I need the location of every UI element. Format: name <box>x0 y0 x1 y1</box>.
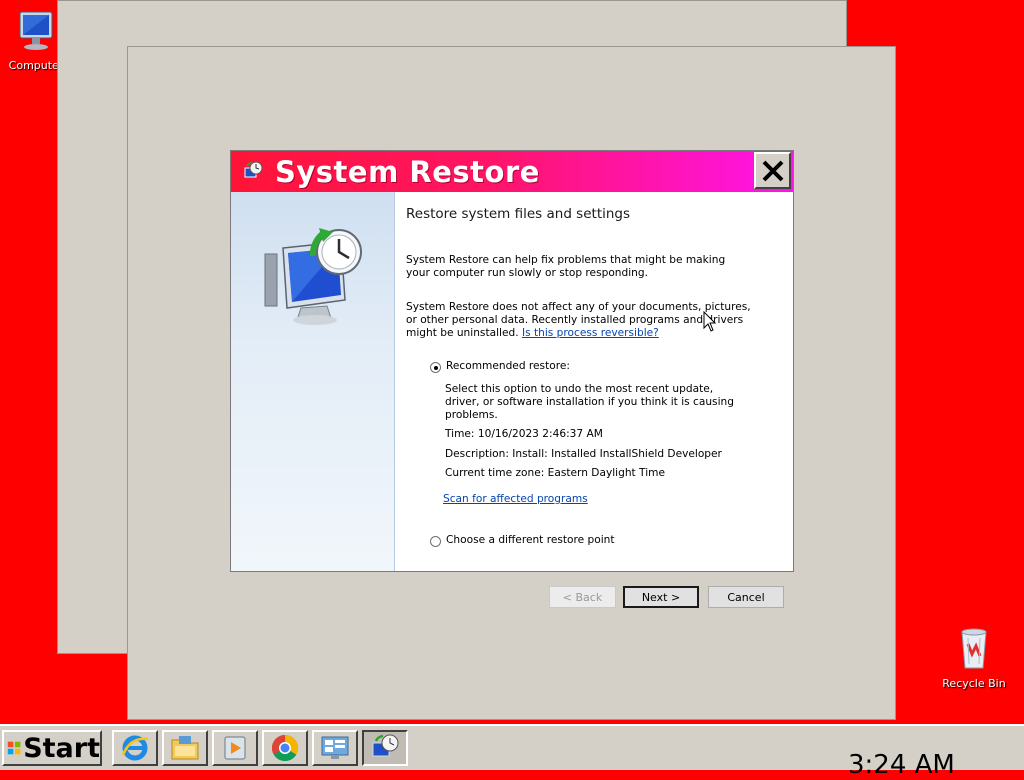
mouse-cursor-icon <box>703 311 717 332</box>
taskbar-chrome[interactable] <box>262 730 308 766</box>
taskbar-clock: 3:24 AM <box>848 750 955 780</box>
control-panel-icon <box>321 736 349 759</box>
recommended-restore-label[interactable]: Recommended restore: <box>446 360 570 372</box>
different-restore-point-label[interactable]: Choose a different restore point <box>446 534 615 546</box>
desktop-icon-computer[interactable]: Computer <box>8 8 64 72</box>
info-paragraph: System Restore does not affect any of yo… <box>406 301 751 340</box>
taskbar-system-restore[interactable] <box>362 730 408 766</box>
desktop-icon-label: Recycle Bin <box>942 677 1006 690</box>
recommended-restore-radio[interactable] <box>430 362 441 373</box>
taskbar-control-panel[interactable] <box>312 730 358 766</box>
restore-time: Time: 10/16/2023 2:46:37 AM <box>445 428 603 440</box>
illustration-pane <box>231 192 395 571</box>
start-label: Start <box>23 732 100 764</box>
back-button[interactable]: < Back <box>549 586 616 608</box>
media-player-icon <box>224 736 246 760</box>
cancel-button[interactable]: Cancel <box>708 586 784 608</box>
system-restore-icon <box>372 734 399 757</box>
taskbar-file-explorer[interactable] <box>162 730 208 766</box>
recommended-description: Select this option to undo the most rece… <box>445 383 734 421</box>
taskbar-internet-explorer[interactable] <box>112 730 158 766</box>
close-icon <box>762 160 783 181</box>
scan-affected-programs-link[interactable]: Scan for affected programs <box>443 493 588 505</box>
internet-explorer-icon <box>121 735 149 761</box>
system-restore-illustration-icon <box>264 228 362 325</box>
system-restore-icon <box>244 161 263 178</box>
close-button[interactable] <box>754 152 791 189</box>
desktop-icon-label: Computer <box>8 59 64 72</box>
recycle-bin-icon <box>961 628 987 669</box>
start-button[interactable]: Start <box>2 730 102 766</box>
different-restore-point-radio[interactable] <box>430 536 441 547</box>
intro-paragraph: System Restore can help fix problems tha… <box>406 254 726 279</box>
windows-logo-icon <box>7 741 21 755</box>
dialog-title: System Restore <box>275 155 540 189</box>
reversible-link[interactable]: Is this process reversible? <box>522 327 659 339</box>
system-restore-dialog: System Restore Restore system files and … <box>230 150 794 572</box>
chrome-icon <box>271 734 299 762</box>
file-explorer-icon <box>171 736 199 760</box>
taskbar-media-player[interactable] <box>212 730 258 766</box>
desktop-icon-recycle-bin[interactable]: Recycle Bin <box>942 624 1006 690</box>
restore-description: Description: Install: Installed InstallS… <box>445 448 722 460</box>
next-button[interactable]: Next > <box>623 586 699 608</box>
page-heading: Restore system files and settings <box>406 206 631 222</box>
computer-icon <box>19 11 53 50</box>
time-zone: Current time zone: Eastern Daylight Time <box>445 467 665 479</box>
taskbar: Start 3:24 AM <box>0 724 1024 780</box>
title-bar[interactable]: System Restore <box>231 151 793 192</box>
